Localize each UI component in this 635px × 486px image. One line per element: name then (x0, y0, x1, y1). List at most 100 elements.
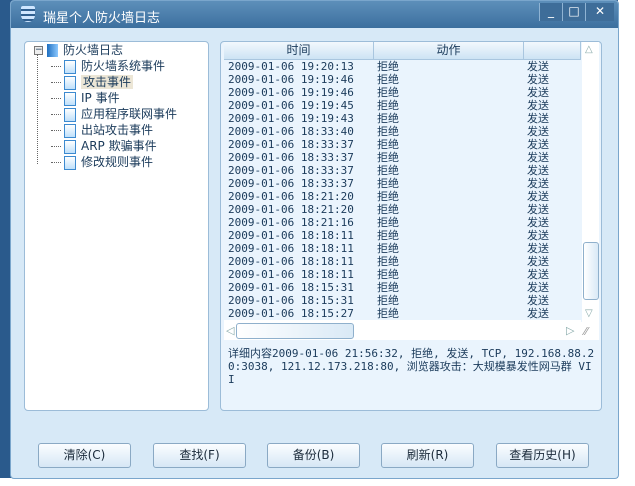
table-row[interactable]: 2009-01-06 19:19:43 拒绝 发送 (224, 112, 581, 126)
document-icon (64, 139, 76, 154)
cell: 2009-01-06 18:33:37 (228, 151, 354, 164)
tree-item[interactable]: 攻击事件 (51, 75, 134, 90)
tree-connector (51, 98, 61, 99)
table-row[interactable]: 2009-01-06 19:20:13 拒绝 发送 (224, 60, 581, 74)
cell: 2009-01-06 18:15:31 (228, 281, 354, 294)
table-row[interactable]: 2009-01-06 18:33:37 拒绝 发送 (224, 177, 581, 191)
cell: 拒绝 (377, 281, 399, 294)
cell: 发送 (527, 86, 549, 99)
cell: 2009-01-06 18:21:16 (228, 216, 354, 229)
tree-item[interactable]: 应用程序联网事件 (51, 107, 177, 122)
cell: 拒绝 (377, 138, 399, 151)
table-row[interactable]: 2009-01-06 18:33:37 拒绝 发送 (224, 164, 581, 178)
table-row[interactable]: 2009-01-06 19:19:45 拒绝 发送 (224, 99, 581, 113)
column-header-time[interactable]: 时间 (224, 42, 374, 59)
table-row[interactable]: 2009-01-06 18:18:11 拒绝 发送 (224, 229, 581, 243)
cell: 发送 (527, 216, 549, 229)
cell: 发送 (527, 164, 549, 177)
clear-button[interactable]: 清除(C) (38, 443, 131, 468)
tree-connector (51, 146, 61, 147)
cell: 2009-01-06 18:18:11 (228, 229, 354, 242)
title-bar[interactable]: 瑞星个人防火墙日志 _ □ ✕ (11, 1, 618, 28)
cell: 拒绝 (377, 307, 399, 320)
minimize-button[interactable]: _ (539, 3, 562, 21)
scroll-up-icon[interactable]: △ (585, 44, 593, 55)
log-list-panel: 时间 动作 2009-01-06 19:20:13 拒绝 发送 2009-01-06 … (220, 41, 602, 411)
cell: 2009-01-06 18:18:11 (228, 242, 354, 255)
cell: 发送 (527, 268, 549, 281)
close-button[interactable]: ✕ (585, 3, 614, 21)
window-title: 瑞星个人防火墙日志 (43, 11, 161, 26)
table-row[interactable]: 2009-01-06 18:18:11 拒绝 发送 (224, 242, 581, 256)
tree-connector (51, 130, 61, 131)
cell: 发送 (527, 73, 549, 86)
table-row[interactable]: 2009-01-06 18:15:31 拒绝 发送 (224, 294, 581, 308)
cell: 2009-01-06 19:19:46 (228, 86, 354, 99)
cell: 发送 (527, 203, 549, 216)
tree-item[interactable]: 出站攻击事件 (51, 123, 153, 138)
cell: 2009-01-06 18:33:40 (228, 125, 354, 138)
column-header-direction[interactable] (524, 42, 581, 59)
tree-connector (51, 114, 61, 115)
table-row[interactable]: 2009-01-06 18:21:20 拒绝 发送 (224, 190, 581, 204)
tree-line (37, 54, 39, 164)
log-book-icon (47, 44, 58, 57)
table-row[interactable]: 2009-01-06 18:18:11 拒绝 发送 (224, 268, 581, 282)
firewall-log-window: 瑞星个人防火墙日志 _ □ ✕ − 防火墙日志 防火墙系统事件 攻击事件 IP 事件… (10, 0, 619, 479)
tree-item[interactable]: 修改规则事件 (51, 155, 153, 170)
cell: 拒绝 (377, 73, 399, 86)
document-icon (64, 59, 76, 74)
cell: 发送 (527, 294, 549, 307)
refresh-button[interactable]: 刷新(R) (381, 443, 474, 468)
maximize-button[interactable]: □ (562, 3, 585, 21)
cell: 2009-01-06 19:19:43 (228, 112, 354, 125)
cell: 拒绝 (377, 60, 399, 73)
scroll-down-icon[interactable]: ▽ (585, 308, 593, 319)
find-button[interactable]: 查找(F) (153, 443, 246, 468)
tree-root[interactable]: 防火墙日志 (47, 43, 123, 58)
cell: 发送 (527, 112, 549, 125)
cell: 拒绝 (377, 216, 399, 229)
table-row[interactable]: 2009-01-06 18:18:11 拒绝 发送 (224, 255, 581, 269)
cell: 2009-01-06 18:33:37 (228, 177, 354, 190)
scroll-left-icon[interactable]: ◁ (226, 324, 234, 337)
table-row[interactable]: 2009-01-06 18:21:20 拒绝 发送 (224, 203, 581, 217)
view-history-button[interactable]: 查看历史(H) (496, 443, 589, 468)
resize-grip-icon[interactable]: ⁄⁄ (584, 325, 588, 338)
scroll-right-icon[interactable]: ▷ (566, 324, 574, 337)
horizontal-scroll-thumb[interactable] (236, 323, 354, 339)
cell: 发送 (527, 229, 549, 242)
cell: 拒绝 (377, 203, 399, 216)
vertical-scrollbar[interactable]: △ ▽ (582, 42, 599, 322)
table-row[interactable]: 2009-01-06 18:21:16 拒绝 发送 (224, 216, 581, 230)
backup-button[interactable]: 备份(B) (267, 443, 360, 468)
document-icon (64, 91, 76, 106)
cell: 发送 (527, 177, 549, 190)
table-row[interactable]: 2009-01-06 19:19:46 拒绝 发送 (224, 73, 581, 87)
tree-item[interactable]: 防火墙系统事件 (51, 59, 165, 74)
cell: 拒绝 (377, 255, 399, 268)
cell: 2009-01-06 19:19:45 (228, 99, 354, 112)
table-row[interactable]: 2009-01-06 18:15:31 拒绝 发送 (224, 281, 581, 295)
table-row[interactable]: 2009-01-06 18:33:37 拒绝 发送 (224, 138, 581, 152)
vertical-scroll-thumb[interactable] (583, 242, 599, 300)
horizontal-scrollbar[interactable]: ◁ ▷ ⁄⁄ (224, 322, 599, 340)
tree-item[interactable]: ARP 欺骗事件 (51, 139, 157, 154)
cell: 拒绝 (377, 177, 399, 190)
table-row[interactable]: 2009-01-06 18:33:40 拒绝 发送 (224, 125, 581, 139)
cell: 发送 (527, 281, 549, 294)
cell: 2009-01-06 19:20:13 (228, 60, 354, 73)
cell: 拒绝 (377, 294, 399, 307)
cell: 发送 (527, 60, 549, 73)
cell: 发送 (527, 151, 549, 164)
shield-icon (21, 6, 35, 22)
table-row[interactable]: 2009-01-06 19:19:46 拒绝 发送 (224, 86, 581, 100)
column-header-action[interactable]: 动作 (374, 42, 524, 59)
table-row[interactable]: 2009-01-06 18:15:27 拒绝 发送 (224, 307, 581, 321)
tree-connector (51, 162, 61, 163)
cell: 2009-01-06 18:33:37 (228, 138, 354, 151)
cell: 拒绝 (377, 86, 399, 99)
table-row[interactable]: 2009-01-06 18:33:37 拒绝 发送 (224, 151, 581, 165)
tree-item[interactable]: IP 事件 (51, 91, 120, 106)
cell: 发送 (527, 255, 549, 268)
